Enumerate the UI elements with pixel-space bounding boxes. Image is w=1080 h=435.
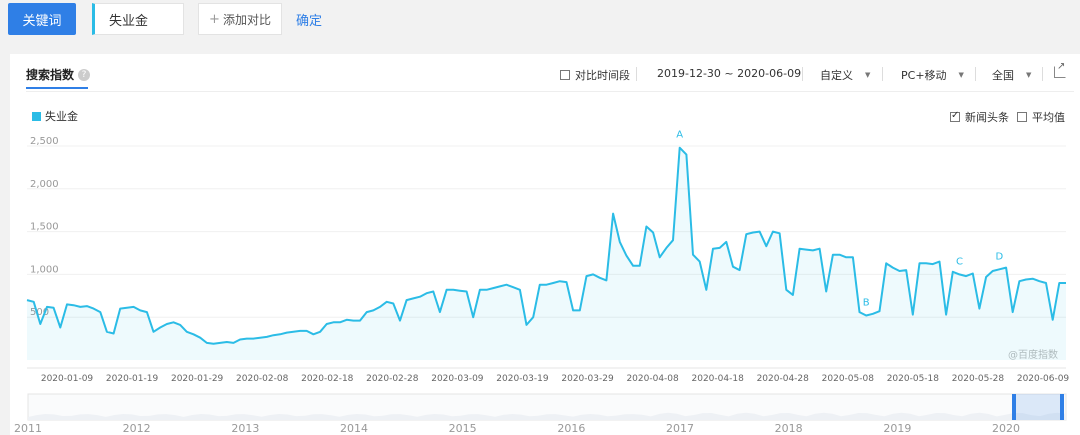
x-tick-label: 2020-04-08 xyxy=(626,374,679,384)
x-tick-label: 2020-01-19 xyxy=(106,374,159,384)
y-tick-label: 1,500 xyxy=(30,222,59,233)
x-tick-label: 2020-01-09 xyxy=(41,374,94,384)
range-handle-right[interactable] xyxy=(1060,394,1064,420)
overview-year-label: 2014 xyxy=(340,422,368,435)
x-tick-label: 2020-06-09 xyxy=(1017,374,1070,384)
overview-year-label: 2011 xyxy=(14,422,42,435)
news-annotation: C xyxy=(956,256,963,267)
x-tick-label: 2020-05-28 xyxy=(952,374,1005,384)
overview-year-label: 2012 xyxy=(123,422,151,435)
x-tick-label: 2020-03-29 xyxy=(561,374,614,384)
range-handle-left[interactable] xyxy=(1012,394,1016,420)
x-tick-label: 2020-01-29 xyxy=(171,374,224,384)
overview-year-label: 2019 xyxy=(883,422,911,435)
overview-year-label: 2016 xyxy=(557,422,585,435)
x-tick-label: 2020-05-18 xyxy=(887,374,940,384)
x-tick-label: 2020-02-08 xyxy=(236,374,289,384)
x-tick-label: 2020-02-18 xyxy=(301,374,354,384)
y-tick-label: 1,000 xyxy=(30,264,59,275)
overview-year-label: 2018 xyxy=(775,422,803,435)
overview-year-label: 2020 xyxy=(992,422,1020,435)
overview-year-label: 2013 xyxy=(231,422,259,435)
news-annotation: D xyxy=(996,251,1004,262)
x-tick-label: 2020-04-18 xyxy=(692,374,745,384)
search-index-chart: 2,5002,0001,5001,000500ABCDE2020-01-0920… xyxy=(14,0,1076,435)
news-annotation: A xyxy=(676,130,683,141)
x-tick-label: 2020-04-28 xyxy=(757,374,810,384)
x-tick-label: 2020-03-09 xyxy=(431,374,484,384)
y-tick-label: 2,500 xyxy=(30,136,59,147)
x-tick-label: 2020-05-08 xyxy=(822,374,875,384)
x-tick-label: 2020-03-19 xyxy=(496,374,549,384)
news-annotation: E xyxy=(1069,0,1075,3)
y-tick-label: 2,000 xyxy=(30,179,59,190)
x-tick-label: 2020-02-28 xyxy=(366,374,419,384)
overview-selection xyxy=(1014,394,1062,420)
overview-year-label: 2017 xyxy=(666,422,694,435)
news-annotation: B xyxy=(863,297,870,308)
overview-year-label: 2015 xyxy=(449,422,477,435)
